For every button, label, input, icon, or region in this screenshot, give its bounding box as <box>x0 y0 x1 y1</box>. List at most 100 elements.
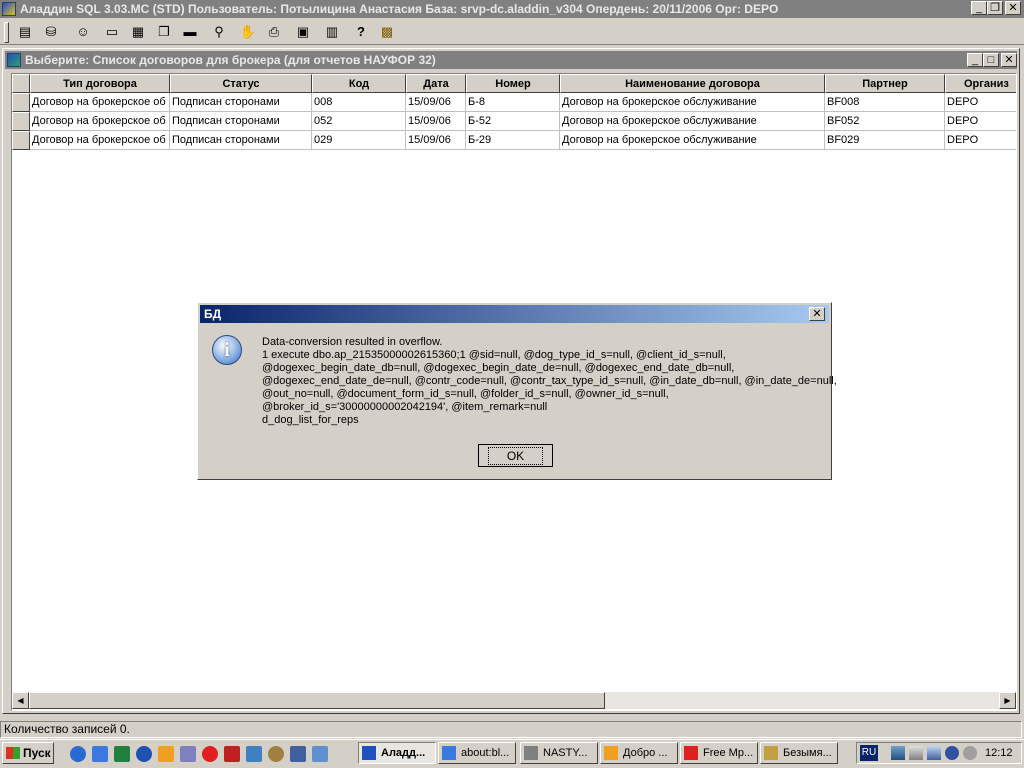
taskbar-task[interactable]: about:bl... <box>438 742 516 764</box>
tray-volume-icon[interactable] <box>945 746 959 760</box>
task-app-icon <box>442 746 456 760</box>
stop-hand-button[interactable]: ✋ <box>237 22 259 42</box>
row-selector[interactable] <box>12 131 30 150</box>
print-icon: ⎙ <box>268 24 280 39</box>
table-cell[interactable]: DEPO <box>945 112 1016 131</box>
column-header[interactable]: Тип договора <box>30 74 170 93</box>
table-row[interactable]: Договор на брокерское об Подписан сторона… <box>12 112 1016 131</box>
scroll-thumb[interactable] <box>29 692 605 709</box>
taskbar-task[interactable]: Безымя... <box>760 742 838 764</box>
tile-button[interactable]: ▦ <box>127 22 149 42</box>
language-indicator[interactable]: RU <box>860 745 878 761</box>
report-button[interactable]: ▤ <box>14 22 36 42</box>
table-cell[interactable]: Б-29 <box>466 131 560 150</box>
find-button[interactable]: ⚲ <box>208 22 230 42</box>
restore-button[interactable]: ❐ <box>987 1 1003 15</box>
quick-launch-person-icon[interactable] <box>268 746 284 762</box>
clock[interactable]: 12:12 <box>985 743 1013 763</box>
quick-launch-calc-icon[interactable] <box>180 746 196 762</box>
child-close-button[interactable]: ✕ <box>1001 53 1017 67</box>
dialog-close-button[interactable]: ✕ <box>809 307 825 321</box>
table-row[interactable]: Договор на брокерское об Подписан сторона… <box>12 131 1016 150</box>
table-cell[interactable]: BF008 <box>825 93 945 112</box>
taskbar-task[interactable]: Аладд... <box>358 742 436 764</box>
info-icon: i <box>212 335 242 365</box>
calendar-button[interactable]: ▥ <box>321 22 343 42</box>
taskbar-task[interactable]: NASTY... <box>520 742 598 764</box>
table-cell[interactable]: Договор на брокерское обслуживание <box>560 112 825 131</box>
tray-network-icon[interactable] <box>891 746 905 760</box>
column-header[interactable]: Дата <box>406 74 466 93</box>
taskbar-task[interactable]: Free Mp... <box>680 742 758 764</box>
table-row[interactable]: Договор на брокерское об Подписан сторона… <box>12 93 1016 112</box>
table-cell[interactable]: Договор на брокерское об <box>30 93 170 112</box>
table-cell[interactable]: 008 <box>312 93 406 112</box>
user-search-button[interactable]: ☺ <box>72 22 94 42</box>
column-header[interactable]: Код <box>312 74 406 93</box>
table-cell[interactable]: DEPO <box>945 131 1016 150</box>
grid-window-icon[interactable] <box>7 53 21 67</box>
horizontal-scrollbar[interactable]: ◀ ▶ <box>12 692 1016 709</box>
help-button[interactable]: ? <box>350 22 372 42</box>
quick-launch-word-icon[interactable] <box>136 746 152 762</box>
ok-button[interactable]: OK <box>478 444 553 467</box>
table-cell[interactable]: Договор на брокерское об <box>30 112 170 131</box>
table-cell[interactable]: Б-8 <box>466 93 560 112</box>
quick-launch-globe-icon[interactable] <box>246 746 262 762</box>
table-cell[interactable]: 052 <box>312 112 406 131</box>
calendar-icon: ▥ <box>325 24 339 39</box>
exit-button[interactable]: ▩ <box>376 22 398 42</box>
table-cell[interactable]: Подписан сторонами <box>170 131 312 150</box>
table-cell[interactable]: 029 <box>312 131 406 150</box>
table-cell[interactable]: Подписан сторонами <box>170 112 312 131</box>
child-minimize-button[interactable]: _ <box>967 53 983 67</box>
taskbar-task[interactable]: Добро ... <box>600 742 678 764</box>
cascade-button[interactable]: ❐ <box>153 22 175 42</box>
tray-clock-icon[interactable] <box>963 746 977 760</box>
aladdin-app-icon[interactable] <box>2 2 16 16</box>
table-cell[interactable]: BF029 <box>825 131 945 150</box>
row-selector[interactable] <box>12 112 30 131</box>
db-button[interactable]: ⛁ <box>40 22 62 42</box>
print-button[interactable]: ⎙ <box>263 22 285 42</box>
column-header[interactable]: Партнер <box>825 74 945 93</box>
close-button[interactable]: ✕ <box>1005 1 1021 15</box>
table-cell[interactable]: 15/09/06 <box>406 131 466 150</box>
scroll-right-button[interactable]: ▶ <box>999 692 1016 709</box>
table-cell[interactable]: Договор на брокерское обслуживание <box>560 93 825 112</box>
column-header[interactable]: Наименование договора <box>560 74 825 93</box>
toolbar-grip[interactable] <box>4 22 9 43</box>
quick-launch-windows-icon[interactable] <box>290 746 306 762</box>
quick-launch-yandex-icon[interactable] <box>202 746 218 762</box>
row-selector[interactable] <box>12 93 30 112</box>
table-cell[interactable]: Договор на брокерское об <box>30 131 170 150</box>
save-button[interactable]: ▣ <box>292 22 314 42</box>
tray-monitor-icon[interactable] <box>927 746 941 760</box>
table-cell[interactable]: 15/09/06 <box>406 112 466 131</box>
minimize-all-button[interactable]: ▬ <box>179 22 201 42</box>
child-maximize-button[interactable]: □ <box>983 53 999 67</box>
table-cell[interactable]: Договор на брокерское обслуживание <box>560 131 825 150</box>
tray-printer-icon[interactable] <box>909 746 923 760</box>
column-header[interactable]: Организ <box>945 74 1016 93</box>
scroll-left-button[interactable]: ◀ <box>12 692 29 709</box>
table-cell[interactable]: BF052 <box>825 112 945 131</box>
table-cell[interactable]: Подписан сторонами <box>170 93 312 112</box>
minimize-button[interactable]: _ <box>971 1 987 15</box>
column-header[interactable]: Номер <box>466 74 560 93</box>
row-selector-header[interactable] <box>12 74 30 93</box>
quick-launch-cd-icon[interactable] <box>312 746 328 762</box>
table-cell[interactable]: Б-52 <box>466 112 560 131</box>
quick-launch-hand-icon[interactable] <box>224 746 240 762</box>
column-header[interactable]: Статус <box>170 74 312 93</box>
quick-launch-excel-icon[interactable] <box>114 746 130 762</box>
quick-launch-orange-icon[interactable] <box>158 746 174 762</box>
dialog-message-line: @out_no=null, @document_form_id_s=null, … <box>262 388 669 400</box>
quick-launch-ie2-icon[interactable] <box>92 746 108 762</box>
quick-launch-ie-icon[interactable] <box>70 746 86 762</box>
start-button[interactable]: Пуск <box>2 742 54 764</box>
table-cell[interactable]: 15/09/06 <box>406 93 466 112</box>
window-button[interactable]: ▭ <box>101 22 123 42</box>
table-cell[interactable]: DEPO <box>945 93 1016 112</box>
main-toolbar: ▤ ⛁ ☺ ▭ ▦ ❐ ▬ ⚲ ✋ ⎙ ▣ ▥? ▩ <box>0 19 1024 45</box>
